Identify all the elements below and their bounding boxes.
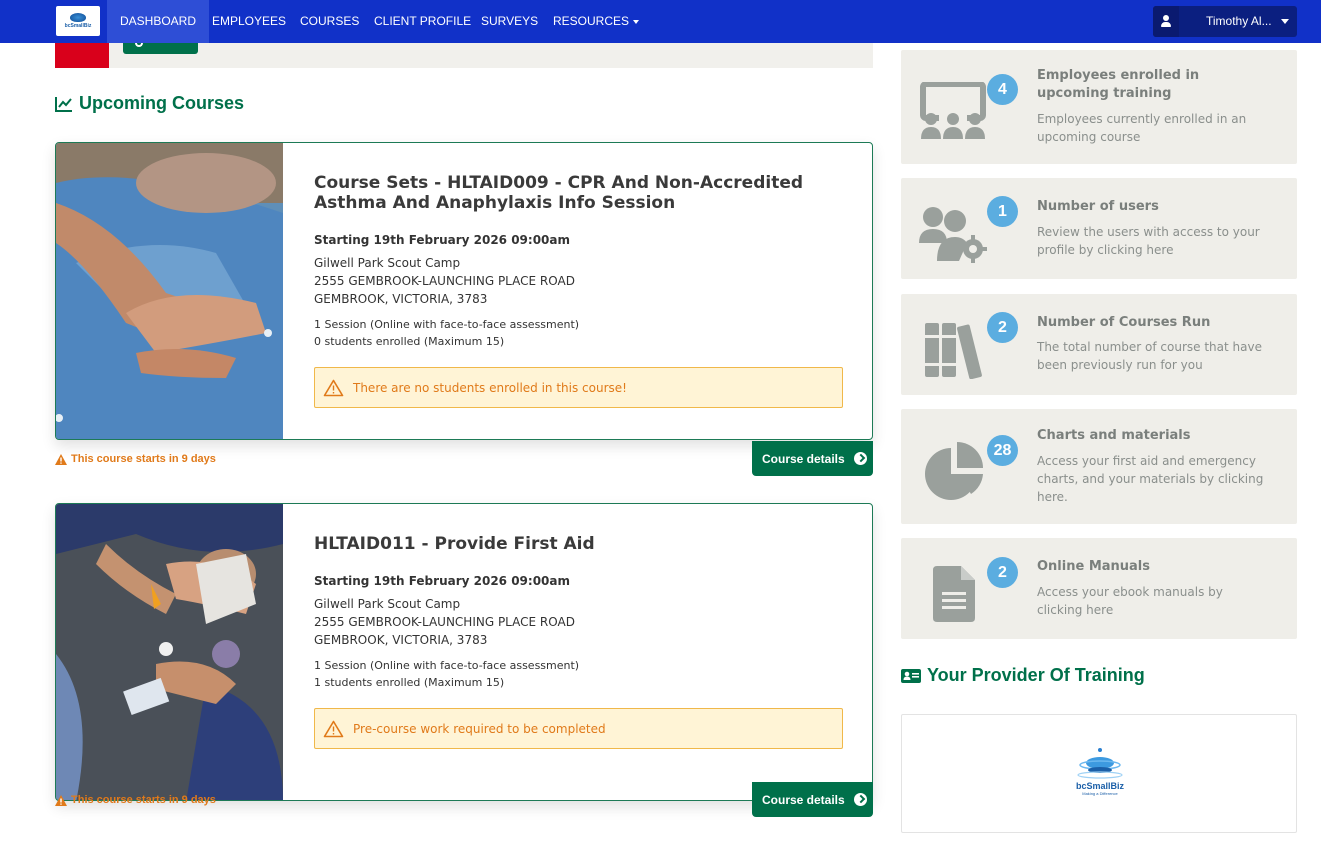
course-address-line2: GEMBROOK, VICTORIA, 3783 (314, 633, 488, 647)
nav-courses[interactable]: COURSES (300, 0, 359, 43)
stat-count-badge: 28 (987, 435, 1018, 466)
provider-logo-drop-icon (1077, 748, 1123, 779)
course-venue: Gilwell Park Scout Camp (314, 256, 461, 270)
arrow-right-circle-icon (853, 793, 867, 806)
card-action-button[interactable] (123, 43, 198, 54)
upcoming-courses-heading: Upcoming Courses (55, 93, 244, 114)
course-session-info: 1 Session (Online with face-to-face asse… (314, 316, 844, 350)
stat-title: Number of users (1037, 199, 1159, 214)
nav-employees[interactable]: EMPLOYEES (212, 0, 286, 43)
nav-resources[interactable]: RESOURCES (553, 0, 640, 43)
stat-title: Charts and materials (1037, 428, 1191, 443)
course-address: Gilwell Park Scout Camp 2555 GEMBROOK-LA… (314, 254, 844, 308)
course-address-line2: GEMBROOK, VICTORIA, 3783 (314, 292, 488, 306)
course-details-label: Course details (762, 792, 845, 807)
provider-logo-text: bcSmallBiz (1075, 781, 1124, 791)
provider-heading: Your Provider Of Training (901, 665, 1145, 686)
logo-drop-icon (70, 13, 86, 22)
chevron-down-icon (633, 19, 640, 24)
course-enrolled: 0 students enrolled (Maximum 15) (314, 335, 505, 348)
course-card: HLTAID011 - Provide First Aid Starting 1… (55, 503, 873, 801)
course-start-date: Starting 19th February 2026 09:00am (314, 574, 571, 588)
nav-surveys[interactable]: SURVEYS (481, 0, 538, 43)
previous-card (55, 43, 873, 68)
course-title: Course Sets - HLTAID009 - CPR And Non-Ac… (314, 173, 804, 213)
warning-triangle-icon (55, 453, 67, 465)
card-color-bar (55, 43, 109, 68)
user-icon (1153, 6, 1179, 37)
document-icon (933, 566, 975, 622)
course-info-block: Course Sets - HLTAID009 - CPR And Non-Ac… (314, 173, 844, 350)
stat-count-badge: 2 (987, 557, 1018, 588)
course-info-block: HLTAID011 - Provide First Aid Starting 1… (314, 534, 844, 691)
provider-logo[interactable]: bcSmallBiz Making a Difference (1060, 745, 1140, 805)
books-icon (925, 323, 982, 379)
stat-description: Access your first aid and emergency char… (1037, 454, 1264, 504)
users-cog-icon (919, 207, 987, 263)
course-image-cpr (56, 143, 283, 439)
course-venue: Gilwell Park Scout Camp (314, 597, 461, 611)
course-enrolled: 1 students enrolled (Maximum 15) (314, 676, 505, 689)
course-alert: There are no students enrolled in this c… (314, 367, 843, 408)
warning-icon (323, 379, 344, 396)
course-card: Course Sets - HLTAID009 - CPR And Non-Ac… (55, 142, 873, 440)
nav-client-profile[interactable]: CLIENT PROFILE (374, 0, 471, 43)
upcoming-courses-title: Upcoming Courses (79, 93, 245, 113)
course-details-label: Course details (762, 451, 845, 466)
stat-title: Employees enrolled in upcoming training (1037, 68, 1200, 101)
warning-triangle-icon (55, 794, 67, 806)
stat-description: Review the users with access to your pro… (1037, 225, 1260, 257)
stat-description: Employees currently enrolled in an upcom… (1037, 112, 1247, 144)
line-chart-icon (55, 96, 72, 112)
warning-icon (323, 720, 344, 737)
course-alert-text: Pre-course work required to be completed (353, 721, 606, 736)
course-start-warning-text: This course starts in 9 days (71, 453, 216, 465)
provider-title: Your Provider Of Training (927, 665, 1145, 685)
course-image-first-aid (56, 504, 283, 800)
stat-count-badge: 4 (987, 74, 1018, 105)
stat-count-badge: 1 (987, 196, 1018, 227)
course-start-date: Starting 19th February 2026 09:00am (314, 233, 571, 247)
course-start-warning: This course starts in 9 days (55, 794, 216, 806)
course-start-warning: This course starts in 9 days (55, 453, 216, 465)
course-session-info: 1 Session (Online with face-to-face asse… (314, 657, 844, 691)
user-menu[interactable]: Timothy Al... (1153, 6, 1297, 37)
nav-dashboard[interactable]: DASHBOARD (107, 0, 210, 43)
chevron-down-icon (1281, 19, 1289, 24)
logo-text: bcSmallBiz (64, 23, 92, 29)
course-title: HLTAID011 - Provide First Aid (314, 534, 595, 554)
course-start-warning-text: This course starts in 9 days (71, 794, 216, 806)
stat-description: Access your ebook manuals by clicking he… (1037, 585, 1223, 617)
course-sessions: 1 Session (Online with face-to-face asse… (314, 659, 580, 672)
course-address-line1: 2555 GEMBROOK-LAUNCHING PLACE ROAD (314, 615, 575, 629)
user-name: Timothy Al... (1206, 14, 1272, 28)
brand-logo[interactable]: bcSmallBiz (56, 6, 100, 36)
stat-description: The total number of course that have bee… (1037, 340, 1262, 372)
provider-card: bcSmallBiz Making a Difference (901, 714, 1297, 833)
id-card-icon (901, 668, 921, 683)
nav-resources-label: RESOURCES (553, 14, 630, 28)
course-address: Gilwell Park Scout Camp 2555 GEMBROOK-LA… (314, 595, 844, 649)
stat-count-badge: 2 (987, 312, 1018, 343)
classroom-icon (920, 82, 986, 139)
course-details-button[interactable]: Course details (752, 782, 873, 817)
course-details-button[interactable]: Course details (752, 441, 873, 476)
course-alert-text: There are no students enrolled in this c… (353, 380, 627, 395)
arrow-right-circle-icon (853, 452, 867, 465)
course-sessions: 1 Session (Online with face-to-face asse… (314, 318, 580, 331)
provider-logo-tagline: Making a Difference (1082, 791, 1118, 796)
course-alert: Pre-course work required to be completed (314, 708, 843, 749)
action-icon (135, 43, 143, 47)
pie-chart-icon (925, 442, 983, 500)
stat-title: Number of Courses Run (1037, 315, 1211, 330)
stat-title: Online Manuals (1037, 559, 1151, 574)
top-navbar: bcSmallBiz DASHBOARD EMPLOYEES COURSES C… (0, 0, 1321, 43)
course-address-line1: 2555 GEMBROOK-LAUNCHING PLACE ROAD (314, 274, 575, 288)
